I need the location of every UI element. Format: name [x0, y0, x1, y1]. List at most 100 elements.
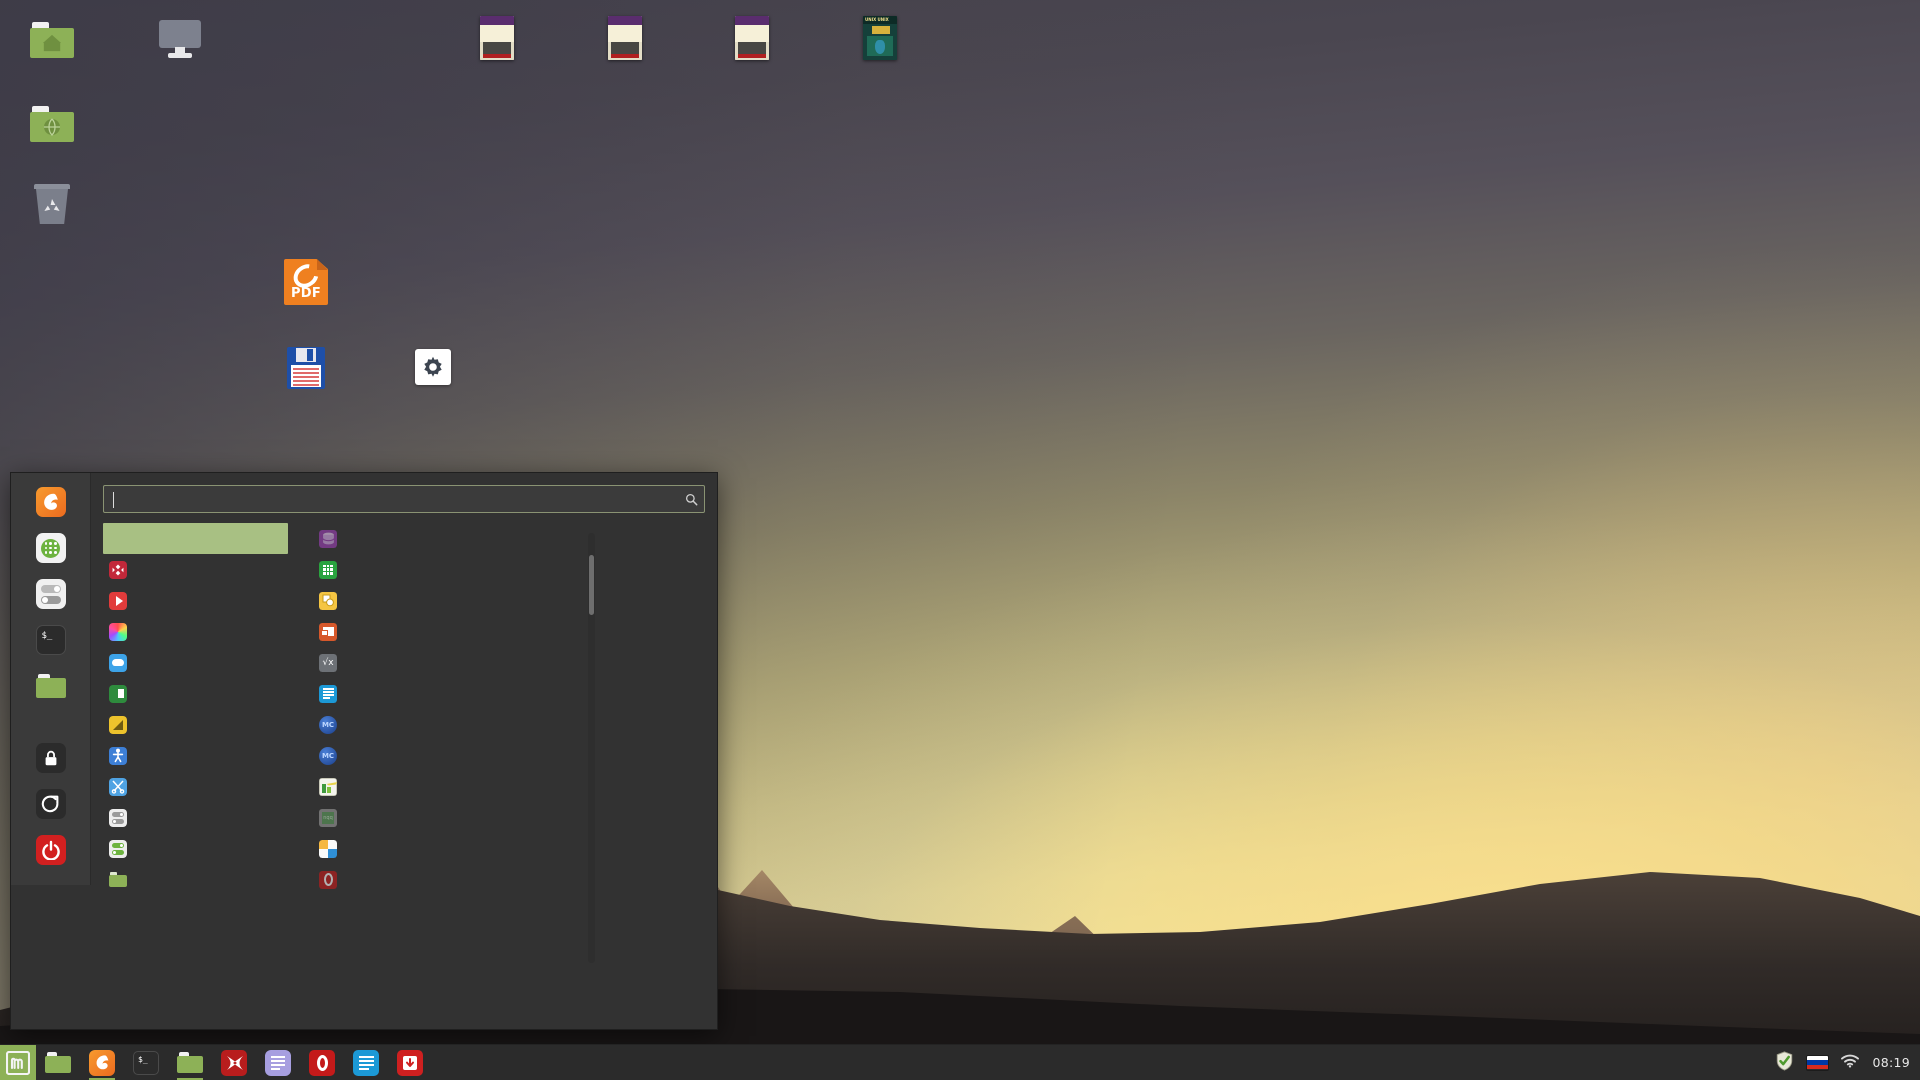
menu-application-item[interactable]: nqq	[313, 802, 583, 833]
internet-icon	[109, 653, 127, 672]
onboard-icon	[319, 839, 337, 858]
menu-category-item[interactable]	[103, 523, 288, 554]
firefox-icon[interactable]	[35, 487, 66, 517]
menu-search-box[interactable]	[103, 485, 705, 513]
desktop-icon[interactable]	[573, 14, 677, 68]
midnight-commander-icon: MC	[319, 715, 337, 734]
show-desktop-icon[interactable]	[36, 1045, 80, 1080]
menu-lists: √x MC MC nqq	[103, 523, 705, 993]
taskbar-clock[interactable]: 08:19	[1872, 1055, 1910, 1070]
menu-category-item[interactable]	[103, 833, 288, 864]
computer-icon	[157, 20, 203, 60]
libreoffice-calc-icon	[319, 560, 337, 579]
menu-category-item[interactable]	[103, 616, 288, 647]
desktop-icon[interactable]: UNIX UNIX	[828, 14, 932, 68]
libreoffice-writer-icon[interactable]	[344, 1045, 388, 1080]
logout-icon[interactable]	[35, 789, 66, 819]
graphics-icon	[109, 622, 127, 641]
search-icon[interactable]	[678, 493, 704, 506]
book-cover-icon	[608, 16, 642, 60]
menu-application-item[interactable]	[313, 771, 583, 802]
files-folder-icon[interactable]	[35, 671, 66, 701]
floppy-save-icon	[287, 347, 325, 389]
menu-category-item[interactable]	[103, 864, 288, 895]
computer-icon	[156, 16, 204, 64]
archive-manager-icon[interactable]	[388, 1045, 432, 1080]
power-off-icon[interactable]	[35, 835, 66, 865]
linux-mint-menu-icon	[6, 1050, 30, 1075]
menu-category-item[interactable]	[103, 709, 288, 740]
desktop-icon[interactable]	[0, 16, 104, 70]
menu-category-item[interactable]	[103, 554, 288, 585]
midnight-commander-icon: MC	[319, 746, 337, 765]
desktop-icon[interactable]: PDF	[254, 258, 358, 312]
network-folder-icon	[28, 100, 76, 148]
notepadqq-icon: nqq	[319, 808, 337, 827]
menu-category-item[interactable]	[103, 802, 288, 833]
settings-toggles-icon[interactable]	[35, 579, 66, 609]
taskbar-menu-button[interactable]	[0, 1044, 36, 1080]
keyboard-layout-flag-icon[interactable]	[1807, 1055, 1829, 1070]
menu-application-item[interactable]	[313, 554, 583, 585]
menu-category-item[interactable]	[103, 647, 288, 678]
menu-category-item[interactable]	[103, 585, 288, 616]
terminal-icon[interactable]: $_	[124, 1045, 168, 1080]
desktop-icon[interactable]	[445, 14, 549, 68]
libreoffice-writer-icon	[319, 684, 337, 703]
shield-update-icon[interactable]	[1775, 1050, 1794, 1075]
djvu-book-icon: UNIX UNIX	[856, 14, 904, 62]
book-cover-icon	[735, 16, 769, 60]
menu-category-item[interactable]	[103, 740, 288, 771]
menu-scrollbar[interactable]	[588, 533, 595, 963]
foxit-reader-icon: PDF	[284, 259, 328, 305]
menu-scrollbar-thumb[interactable]	[589, 554, 594, 615]
book-cover-icon	[480, 16, 514, 60]
menu-category-item[interactable]	[103, 771, 288, 802]
system-tray: 08:19	[1775, 1050, 1920, 1075]
xnview-icon[interactable]	[212, 1045, 256, 1080]
terminal-icon[interactable]: $_	[35, 625, 66, 655]
book-cover-icon: UNIX UNIX	[863, 16, 897, 60]
desktop-icon[interactable]	[0, 100, 104, 154]
development-icon	[109, 715, 127, 734]
menu-application-item[interactable]	[313, 523, 583, 554]
libreoffice-draw-icon	[319, 591, 337, 610]
pdf-book-icon	[601, 14, 649, 62]
search-input[interactable]	[104, 491, 678, 507]
menu-application-item[interactable]: √x	[313, 647, 583, 678]
pdf-book-icon	[728, 14, 776, 62]
text-editor-icon[interactable]	[256, 1045, 300, 1080]
menu-application-item[interactable]	[313, 616, 583, 647]
opera-icon	[319, 870, 337, 889]
accessibility-icon	[109, 746, 127, 765]
taskbar-launchers: $_	[36, 1045, 432, 1080]
desktop-icon[interactable]	[700, 14, 804, 68]
home-folder-icon	[28, 16, 76, 64]
search-caret	[113, 492, 114, 508]
home-folder-icon	[30, 22, 74, 58]
menu-application-item[interactable]	[313, 678, 583, 709]
desktop-icon[interactable]	[128, 16, 232, 70]
desktop-icon[interactable]	[0, 180, 104, 234]
file-manager-icon[interactable]	[168, 1045, 212, 1080]
menu-application-item[interactable]	[313, 864, 583, 895]
menu-application-item[interactable]	[313, 833, 583, 864]
floppy-save-icon[interactable]	[287, 347, 325, 389]
menu-category-item[interactable]	[103, 678, 288, 709]
opera-icon[interactable]	[300, 1045, 344, 1080]
firefox-icon[interactable]	[80, 1045, 124, 1080]
gear-settings-icon[interactable]	[415, 349, 451, 385]
lock-screen-icon[interactable]	[35, 743, 66, 773]
application-menu: $_ √x MC MC nqq	[10, 472, 718, 1030]
wine-icon	[109, 560, 127, 579]
all-applications-icon[interactable]	[35, 533, 66, 563]
trash-icon	[34, 184, 70, 224]
libreoffice-impress-icon	[319, 622, 337, 641]
network-wifi-icon[interactable]	[1841, 1053, 1860, 1072]
menu-application-item[interactable]: MC	[313, 740, 583, 771]
desktop-screen: UNIX UNIX PDF $_ √x MC MC nqq $_ 08:19	[0, 0, 1920, 1080]
menu-application-item[interactable]	[313, 585, 583, 616]
network-folder-icon	[30, 106, 74, 142]
administration-icon	[109, 808, 127, 827]
menu-application-item[interactable]: MC	[313, 709, 583, 740]
